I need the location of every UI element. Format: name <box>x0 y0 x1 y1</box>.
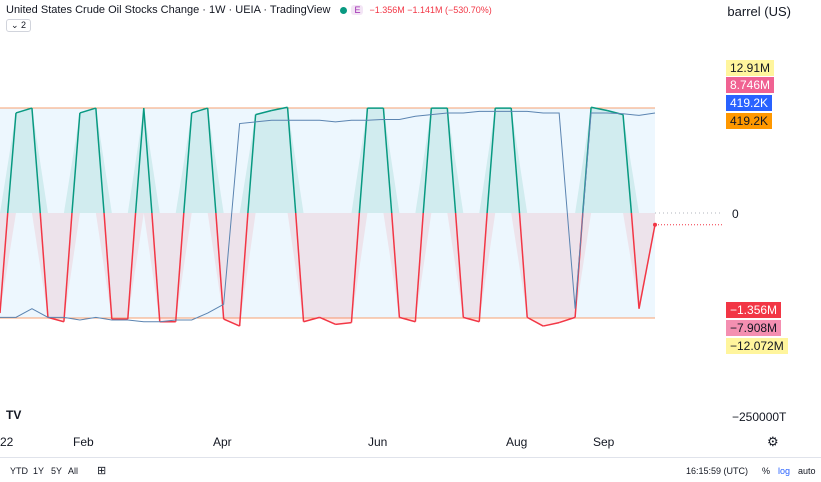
price-badge: 419.2K <box>726 113 773 129</box>
range-ytd-button[interactable]: YTD <box>10 466 28 476</box>
tradingview-logo[interactable]: TV <box>6 408 21 422</box>
bottom-toolbar: YTD 1Y 5Y All ⊞ 16:15:59 (UTC) % log aut… <box>0 457 821 482</box>
price-badge: −12.072M <box>726 338 788 354</box>
date-range-icon[interactable]: ⊞ <box>97 464 106 477</box>
range-1y-button[interactable]: 1Y <box>33 466 44 476</box>
x-axis-label: Apr <box>213 435 232 449</box>
price-badge: −7.908M <box>726 320 782 336</box>
auto-scale-toggle[interactable]: auto <box>798 466 816 476</box>
chart-canvas[interactable] <box>0 0 821 481</box>
settings-gear-icon[interactable]: ⚙ <box>767 434 779 450</box>
x-axis-label: 22 <box>0 435 14 449</box>
range-5y-button[interactable]: 5Y <box>51 466 62 476</box>
x-axis-label: Sep <box>593 435 615 449</box>
y-axis-zero-label: 0 <box>732 207 739 221</box>
price-badge: −1.356M <box>726 302 782 318</box>
price-badge: 12.91M <box>726 60 775 76</box>
price-badge: 8.746M <box>726 77 775 93</box>
log-scale-toggle[interactable]: log <box>778 466 790 476</box>
last-value-point <box>653 222 657 227</box>
x-axis-label: Feb <box>73 435 94 449</box>
price-badge: 419.2K <box>726 95 773 111</box>
percent-scale-toggle[interactable]: % <box>762 466 770 476</box>
x-axis-label: Aug <box>506 435 528 449</box>
range-all-button[interactable]: All <box>68 466 78 476</box>
x-axis-label: Jun <box>368 435 388 449</box>
y-axis-bottom-label: −250000T <box>732 410 787 424</box>
clock-time[interactable]: 16:15:59 (UTC) <box>686 466 748 476</box>
